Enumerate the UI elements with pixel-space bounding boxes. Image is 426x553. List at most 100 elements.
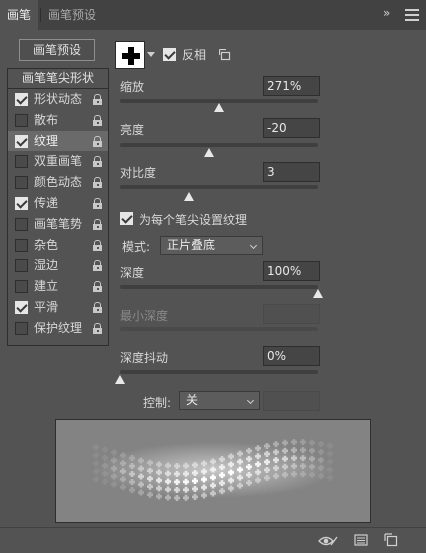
tab-divider <box>40 8 41 22</box>
expand-panel-icon[interactable]: » <box>383 6 390 20</box>
contrast-label: 对比度 <box>120 166 157 180</box>
swatch-dropdown-icon[interactable] <box>147 52 155 57</box>
mode-select-value: 正片叠底 <box>167 238 216 252</box>
control-extra-field <box>263 391 320 411</box>
depth-jitter-label: 深度抖动 <box>120 351 169 365</box>
new-pattern-icon[interactable] <box>219 49 231 61</box>
tab-bar: 画笔 画笔预设 » <box>0 0 426 30</box>
brush-setting-label: 传递 <box>34 195 59 210</box>
brush-setting-item[interactable]: 保护纹理 <box>8 318 108 339</box>
min-depth-label: 最小深度 <box>120 309 169 323</box>
brush-setting-item[interactable]: 建立 <box>8 276 108 297</box>
invert-label: 反相 <box>182 48 207 62</box>
brush-setting-label: 形状动态 <box>34 92 83 106</box>
brush-stroke-preview <box>55 419 371 523</box>
scale-field[interactable]: 271% <box>263 76 320 96</box>
min-depth-field <box>263 304 320 324</box>
brush-setting-item[interactable]: 杂色 <box>8 235 108 256</box>
brush-setting-checkbox[interactable] <box>15 321 28 335</box>
brush-presets-button[interactable]: 画笔预设 <box>19 39 95 61</box>
mode-select[interactable]: 正片叠底 <box>160 236 263 255</box>
scale-slider-thumb[interactable] <box>214 103 224 112</box>
depth-jitter-slider-thumb[interactable] <box>115 375 125 384</box>
lock-icon[interactable] <box>92 239 103 251</box>
min-depth-slider-track <box>120 327 318 331</box>
lock-icon[interactable] <box>92 218 103 230</box>
brush-setting-checkbox[interactable] <box>15 93 28 106</box>
brush-tip-shape-item[interactable]: 画笔笔尖形状 <box>8 69 108 89</box>
depth-jitter-slider-track[interactable] <box>120 370 318 374</box>
depth-label: 深度 <box>120 266 145 280</box>
brush-setting-label: 湿边 <box>34 258 59 273</box>
brush-setting-label: 纹理 <box>34 133 59 148</box>
lock-icon[interactable] <box>92 301 103 313</box>
brush-setting-label: 颜色动态 <box>34 175 83 190</box>
brush-setting-item[interactable]: 平滑 <box>8 297 108 318</box>
brush-setting-label: 双重画笔 <box>34 154 83 169</box>
eye-toggle-icon[interactable] <box>317 533 341 549</box>
contrast-slider-thumb[interactable] <box>184 192 195 201</box>
brush-setting-checkbox[interactable] <box>15 155 28 169</box>
brush-setting-label: 平滑 <box>34 299 59 314</box>
scale-label: 缩放 <box>120 80 145 94</box>
bottom-toolbar <box>0 527 426 553</box>
tab-brush[interactable]: 画笔 <box>0 0 38 30</box>
brush-setting-checkbox[interactable] <box>15 113 28 127</box>
brush-setting-checkbox[interactable] <box>15 134 28 148</box>
depth-slider-track[interactable] <box>120 285 318 289</box>
brush-setting-item[interactable]: 传递 <box>8 193 108 214</box>
brush-setting-checkbox[interactable] <box>15 176 28 190</box>
lock-icon[interactable] <box>92 197 103 209</box>
brush-setting-item[interactable]: 散布 <box>8 110 108 131</box>
contrast-field[interactable]: 3 <box>263 162 320 182</box>
tab-brush-presets[interactable]: 画笔预设 <box>48 0 108 30</box>
brightness-field[interactable]: -20 <box>263 118 320 138</box>
brightness-slider-track[interactable] <box>120 143 318 147</box>
lock-icon[interactable] <box>92 322 103 334</box>
brush-setting-checkbox[interactable] <box>15 196 28 210</box>
contrast-slider-track[interactable] <box>120 185 318 189</box>
lock-icon[interactable] <box>92 114 103 126</box>
invert-checkbox[interactable] <box>163 48 176 61</box>
brush-setting-item[interactable]: 纹理 <box>8 130 108 152</box>
chevron-down-icon <box>246 396 255 405</box>
brush-setting-item[interactable]: 画笔笔势 <box>8 214 108 235</box>
panel-menu-icon[interactable] <box>405 6 419 22</box>
lock-icon[interactable] <box>92 281 103 293</box>
depth-slider-thumb[interactable] <box>313 289 323 298</box>
brush-setting-checkbox[interactable] <box>15 259 28 273</box>
brush-settings-list: 画笔笔尖形状 形状动态散布纹理双重画笔颜色动态传递画笔笔势杂色湿边建立平滑保护纹… <box>7 68 109 346</box>
grid-icon[interactable] <box>354 533 368 547</box>
brush-setting-checkbox[interactable] <box>15 300 28 314</box>
mode-label: 模式: <box>122 240 151 254</box>
chevron-down-icon <box>249 241 258 250</box>
lock-icon[interactable] <box>92 94 103 105</box>
brush-setting-label: 保护纹理 <box>34 320 83 335</box>
brush-setting-checkbox[interactable] <box>15 238 28 252</box>
lock-icon[interactable] <box>92 260 103 272</box>
brightness-slider-thumb[interactable] <box>204 148 215 157</box>
stroke-preview-graphic <box>93 439 334 501</box>
depth-field[interactable]: 100% <box>263 261 320 281</box>
brush-tip-swatch-icon[interactable] <box>115 41 145 69</box>
texture-each-tip-label: 为每个笔尖设置纹理 <box>139 213 248 227</box>
control-select-value: 关 <box>186 393 199 407</box>
brush-setting-label: 杂色 <box>34 237 59 252</box>
new-preset-icon[interactable] <box>384 533 398 547</box>
control-select[interactable]: 关 <box>179 391 260 410</box>
lock-icon[interactable] <box>92 135 103 147</box>
brush-setting-label: 散布 <box>34 112 59 127</box>
brush-setting-item[interactable]: 双重画笔 <box>8 151 108 172</box>
brush-setting-item[interactable]: 形状动态 <box>8 89 108 110</box>
brush-setting-label: 画笔笔势 <box>34 216 83 231</box>
brush-setting-label: 建立 <box>34 279 59 294</box>
brush-setting-item[interactable]: 颜色动态 <box>8 172 108 193</box>
brush-setting-checkbox[interactable] <box>15 280 28 294</box>
lock-icon[interactable] <box>92 177 103 189</box>
brightness-label: 亮度 <box>120 123 145 137</box>
brush-setting-item[interactable]: 湿边 <box>8 255 108 276</box>
brush-setting-checkbox[interactable] <box>15 217 28 231</box>
lock-icon[interactable] <box>92 156 103 168</box>
depth-jitter-field[interactable]: 0% <box>263 346 320 366</box>
texture-each-tip-checkbox[interactable] <box>120 212 133 225</box>
